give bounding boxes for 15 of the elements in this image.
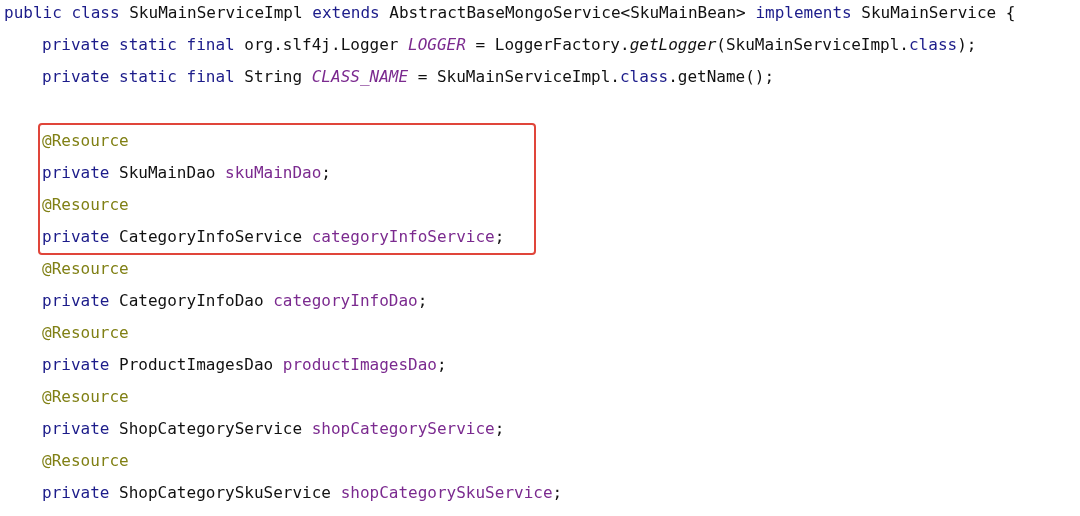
code-line: private CategoryInfoDao categoryInfoDao; xyxy=(42,290,429,312)
annotation-line: @Resource xyxy=(42,386,130,408)
code-line: private static final org.slf4j.Logger LOGGER = LoggerFactory.getLogger(SkuMainServiceImpl.class); xyxy=(42,34,978,56)
code-line: private ShopCategorySkuService shopCategorySkuService; xyxy=(42,482,564,504)
annotation-line: @Resource xyxy=(42,194,130,216)
code-line: private ProductImagesDao productImagesDao; xyxy=(42,354,448,376)
code-line: private static final String CLASS_NAME = SkuMainServiceImpl.class.getName(); xyxy=(42,66,776,88)
code-line: public class SkuMainServiceImpl extends AbstractBaseMongoService<SkuMainBean> implements SkuMainService { xyxy=(4,2,1017,24)
annotation-line: @Resource xyxy=(42,322,130,344)
code-line: private CategoryInfoService categoryInfoService; xyxy=(42,226,505,248)
annotation-line: @Resource xyxy=(42,130,130,152)
annotation-line: @Resource xyxy=(42,450,130,472)
code-line: private ShopCategoryService shopCategoryService; xyxy=(42,418,506,440)
code-line: private SkuMainDao skuMainDao; xyxy=(42,162,332,184)
annotation-line: @Resource xyxy=(42,258,130,280)
